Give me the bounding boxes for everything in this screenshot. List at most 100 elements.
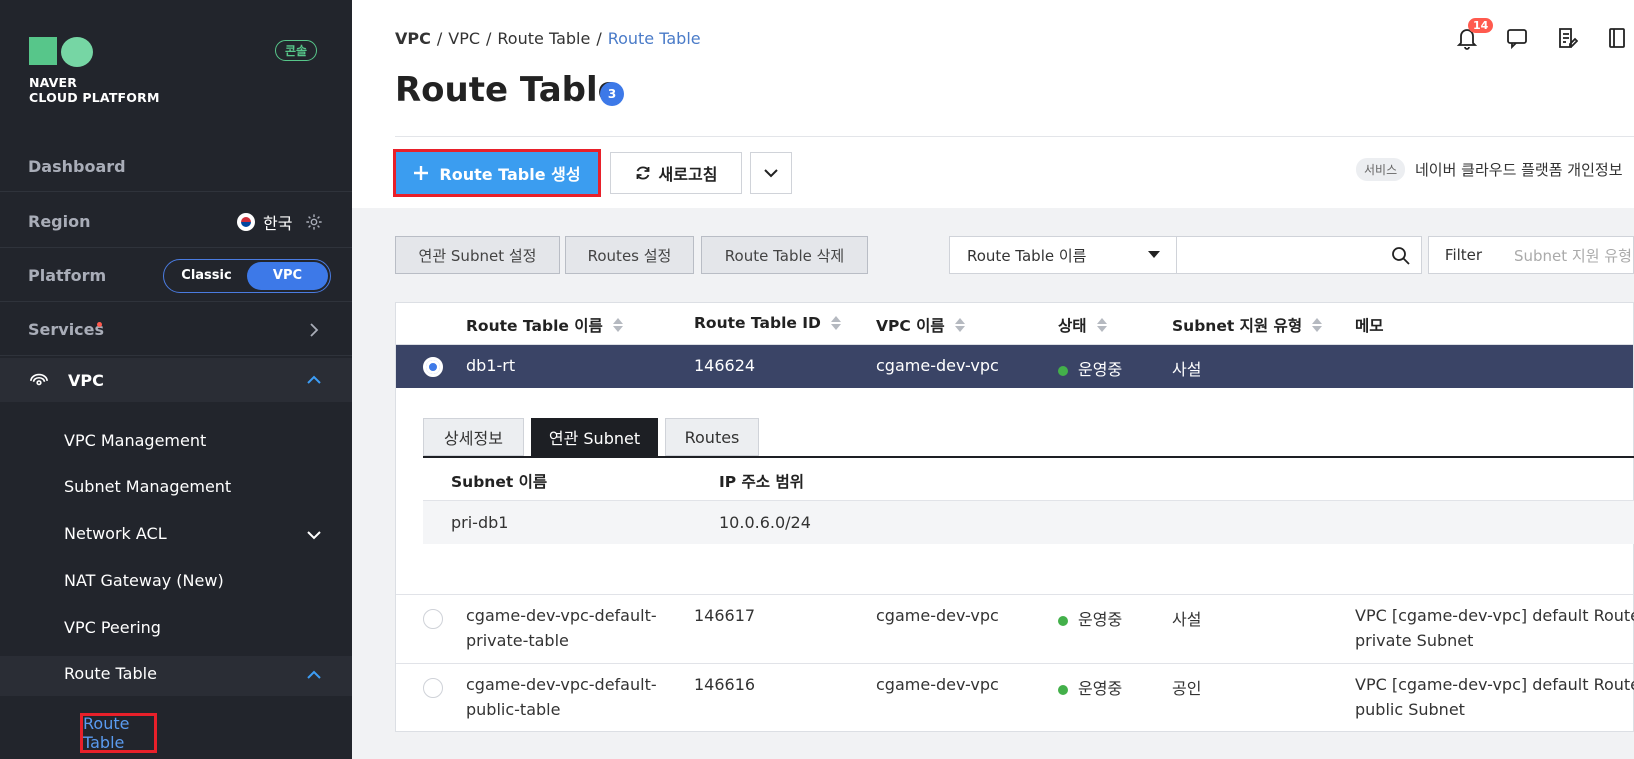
row-radio-selected[interactable] <box>423 357 443 377</box>
sidebar-item-vpc-management[interactable]: VPC Management <box>64 431 206 450</box>
subnet-column-ip: IP 주소 범위 <box>719 473 804 491</box>
sort-icon <box>1096 317 1107 333</box>
tab-related-subnet[interactable]: 연관 Subnet <box>531 418 658 456</box>
breadcrumb-item[interactable]: Route Table <box>497 29 590 48</box>
cell-type: 공인 <box>1172 679 1202 698</box>
service-notice[interactable]: 네이버 클라우드 플랫폼 개인정보 <box>1415 159 1623 180</box>
platform-label: Platform <box>28 266 107 285</box>
column-header-subnet-type[interactable]: Subnet 지원 유형 <box>1172 314 1323 336</box>
refresh-icon <box>636 166 649 180</box>
main-content: VPC / VPC / Route Table / Route Table Route… <box>352 0 1634 759</box>
sidebar-item-dashboard[interactable]: Dashboard <box>0 142 352 192</box>
table-row-selected[interactable]: db1-rt 146624 cgame-dev-vpc 운영중 사설 <box>396 345 1633 388</box>
logo-mark <box>29 37 160 67</box>
subnet-ip: 10.0.6.0/24 <box>719 513 811 532</box>
cell-name-line2: private-table <box>466 631 569 650</box>
sidebar-item-nat-gateway[interactable]: NAT Gateway (New) <box>64 571 224 590</box>
more-dropdown-button[interactable] <box>750 152 792 194</box>
breadcrumb: VPC / VPC / Route Table / Route Table <box>395 29 701 48</box>
status-running-dot <box>1058 615 1068 626</box>
sidebar-item-subnet-management[interactable]: Subnet Management <box>64 477 231 496</box>
column-label: Route Table ID <box>694 314 821 332</box>
caret-down-icon <box>1148 251 1160 258</box>
tab-routes[interactable]: Routes <box>665 418 759 456</box>
platform-toggle[interactable]: Classic VPC <box>163 258 331 293</box>
sidebar-item-services[interactable]: Services <box>0 304 352 356</box>
cell-vpc: cgame-dev-vpc <box>876 675 999 694</box>
region-selector[interactable]: 한국 <box>237 210 292 234</box>
search-input[interactable] <box>1176 236 1422 274</box>
breadcrumb-item[interactable]: VPC <box>395 29 431 48</box>
column-header-memo: 메모 <box>1355 314 1384 336</box>
sidebar-item-vpc[interactable]: VPC <box>0 358 352 402</box>
service-tag: 서비스 <box>1356 158 1406 181</box>
status-running-dot <box>1058 684 1068 695</box>
page-title: Route Table <box>395 70 621 110</box>
refresh-label: 새로고침 <box>658 165 718 184</box>
sidebar-item-route-table-group[interactable] <box>0 656 352 696</box>
status-text: 운영중 <box>1078 679 1123 698</box>
vpc-cloud-icon <box>30 373 48 386</box>
edit-note-icon[interactable] <box>1556 26 1579 50</box>
logo-line1: NAVER <box>29 75 78 90</box>
book-icon[interactable] <box>1606 26 1628 50</box>
sort-icon <box>830 315 841 331</box>
cell-id: 146616 <box>694 675 756 694</box>
korea-flag-icon <box>237 212 255 231</box>
bell-icon[interactable]: 14 <box>1456 18 1494 50</box>
column-header-vpc[interactable]: VPC 이름 <box>876 314 965 336</box>
row-detail-panel: 상세정보 연관 Subnet Routes Subnet 이름 IP 주소 범위… <box>423 418 1634 558</box>
cell-vpc: cgame-dev-vpc <box>876 606 999 625</box>
cell-id: 146617 <box>694 606 756 625</box>
refresh-button[interactable]: 새로고침 <box>610 152 742 194</box>
cell-name: cgame-dev-vpc-default-private-table <box>466 603 657 653</box>
logo-line2: CLOUD PLATFORM <box>29 90 160 105</box>
naver-cloud-logo[interactable]: NAVER CLOUD PLATFORM <box>29 37 160 105</box>
chevron-down-icon[interactable] <box>307 528 321 542</box>
search-icon[interactable] <box>1391 246 1411 266</box>
top-icons: 14 <box>1456 18 1634 50</box>
breadcrumb-item[interactable]: VPC <box>448 29 480 48</box>
sidebar-item-network-acl[interactable]: Network ACL <box>64 524 167 543</box>
delete-route-table-button[interactable]: Route Table 삭제 <box>701 236 868 274</box>
chevron-right-icon <box>310 323 319 337</box>
sidebar-item-vpc-peering[interactable]: VPC Peering <box>64 618 161 637</box>
chevron-up-icon[interactable] <box>307 668 321 682</box>
sidebar: NAVER CLOUD PLATFORM 콘솔 Dashboard Region… <box>0 0 352 759</box>
routes-setting-button[interactable]: Routes 설정 <box>565 236 694 274</box>
cell-status: 운영중 <box>1058 606 1122 630</box>
platform-vpc[interactable]: VPC <box>247 261 328 290</box>
column-header-status[interactable]: 상태 <box>1058 314 1107 336</box>
header-divider <box>395 136 1634 137</box>
filter-input[interactable]: Subnet 지원 유형 <box>1498 236 1634 274</box>
gear-icon[interactable] <box>305 213 323 231</box>
filter-button[interactable]: Filter <box>1428 236 1499 274</box>
row-radio[interactable] <box>423 678 443 698</box>
cell-memo-line1: VPC [cgame-dev-vpc] default Route Ta <box>1355 675 1634 694</box>
column-label: Route Table 이름 <box>466 317 603 335</box>
status-text: 운영중 <box>1078 610 1123 629</box>
services-label: Services <box>28 320 105 339</box>
dashboard-label: Dashboard <box>28 157 126 176</box>
column-header-id[interactable]: Route Table ID <box>694 314 841 332</box>
sidebar-leaf-route-table[interactable]: Route Table <box>80 713 157 753</box>
table-row[interactable]: cgame-dev-vpc-default-public-table 14661… <box>396 663 1634 731</box>
create-route-table-button[interactable]: Route Table 생성 <box>393 149 601 197</box>
column-header-name[interactable]: Route Table 이름 <box>466 314 623 336</box>
row-radio[interactable] <box>423 609 443 629</box>
table-row[interactable]: cgame-dev-vpc-default-private-table 1466… <box>396 594 1634 662</box>
cell-type: 사설 <box>1172 610 1202 629</box>
cell-memo-line2: public Subnet <box>1355 700 1465 719</box>
subnet-setting-button[interactable]: 연관 Subnet 설정 <box>395 236 560 274</box>
sidebar-region[interactable]: Region 한국 <box>0 196 352 248</box>
subnet-name: pri-db1 <box>451 513 509 532</box>
cell-id: 146624 <box>694 356 756 375</box>
cell-type: 사설 <box>1172 360 1202 379</box>
platform-classic[interactable]: Classic <box>166 262 247 290</box>
cell-status: 운영중 <box>1058 675 1122 699</box>
search-field-select[interactable]: Route Table 이름 <box>949 236 1177 274</box>
chat-icon[interactable] <box>1506 26 1528 50</box>
console-badge[interactable]: 콘솔 <box>275 40 318 61</box>
sidebar-item-route-table[interactable]: Route Table <box>64 664 157 683</box>
tab-detail-info[interactable]: 상세정보 <box>423 418 524 456</box>
